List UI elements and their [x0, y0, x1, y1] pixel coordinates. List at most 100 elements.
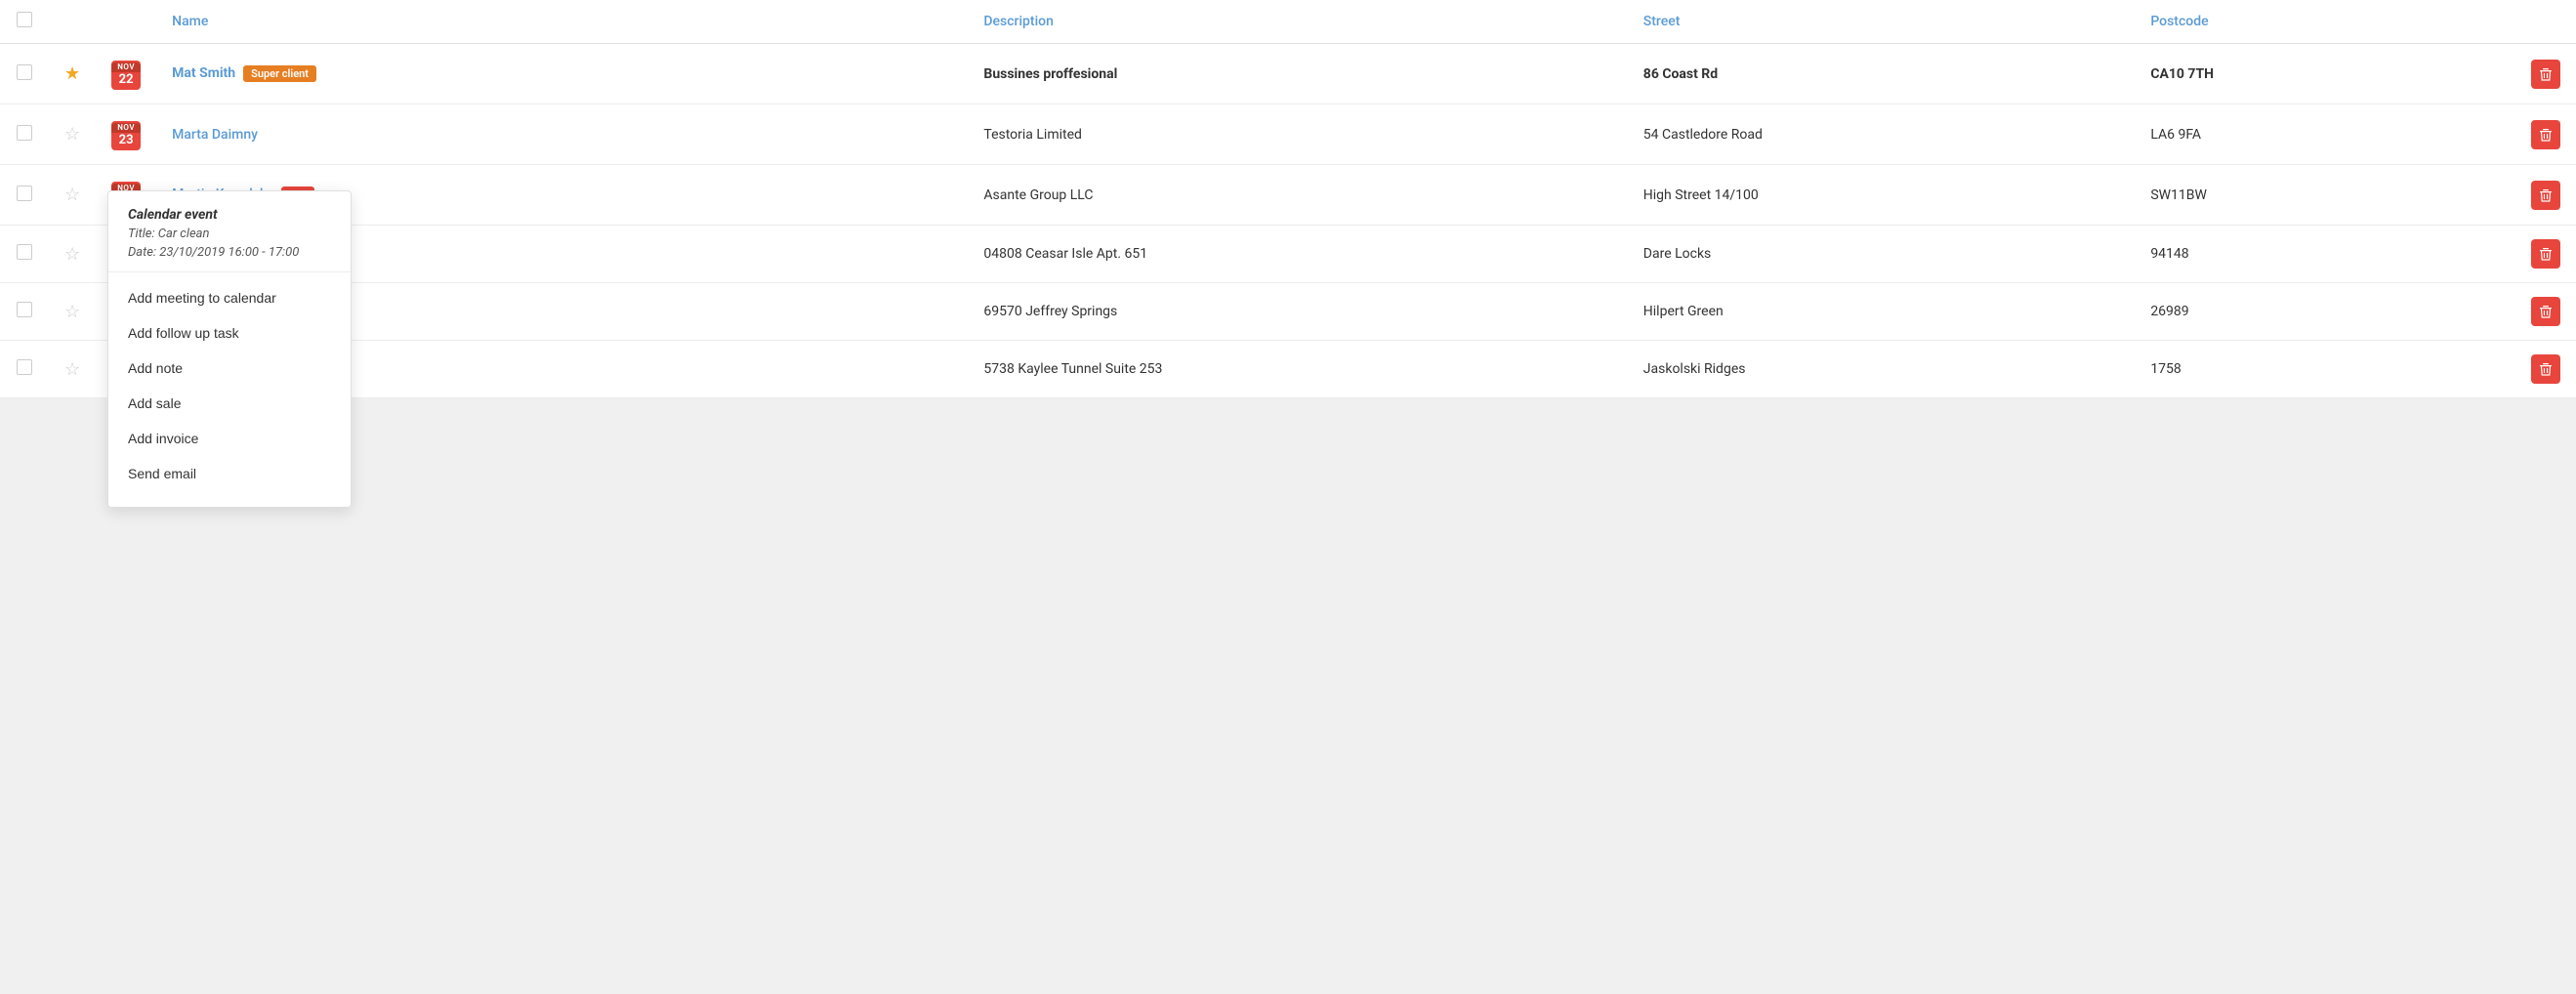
row-description-cell: Testoria Limited	[968, 104, 1627, 165]
row-checkbox-cell	[0, 165, 49, 226]
contact-street: Hilpert Green	[1643, 304, 1724, 319]
contact-postcode: 1758	[2150, 361, 2181, 377]
header-street: Street	[1628, 0, 2136, 44]
star-filled-icon[interactable]: ★	[64, 63, 80, 84]
contact-description: 69570 Jeffrey Springs	[983, 304, 1117, 319]
row-checkbox-cell	[0, 104, 49, 165]
row-description-cell: 69570 Jeffrey Springs	[968, 283, 1627, 341]
row-action-cell	[2515, 226, 2576, 283]
row-star-cell: ☆	[49, 226, 96, 283]
row-checkbox[interactable]	[17, 302, 32, 317]
popup-event-name: Title: Car clean	[128, 227, 331, 241]
row-checkbox[interactable]	[17, 186, 32, 201]
popup-header: Calendar event Title: Car clean Date: 23…	[108, 207, 351, 272]
contact-street: Dare Locks	[1643, 246, 1712, 262]
contact-street: Jaskolski Ridges	[1643, 361, 1746, 377]
calendar-event-popup: Calendar event Title: Car clean Date: 23…	[107, 190, 352, 508]
delete-button[interactable]	[2531, 120, 2560, 149]
popup-action-button[interactable]: Send email	[108, 456, 351, 491]
row-postcode-cell: 26989	[2135, 283, 2515, 341]
star-empty-icon[interactable]: ☆	[64, 244, 80, 265]
contact-postcode: SW11BW	[2150, 187, 2207, 203]
row-checkbox[interactable]	[17, 125, 32, 141]
contact-street: 54 Castledore Road	[1643, 127, 1763, 143]
row-calendar-cell: NOV22	[96, 44, 156, 104]
header-cal-col	[96, 0, 156, 44]
table-row: ☆ 04808 Ceasar Isle Apt. 651 Dare Locks 941…	[0, 226, 2576, 283]
gray-background	[0, 398, 2576, 691]
popup-action-button[interactable]: Add sale	[108, 386, 351, 421]
header-star-col	[49, 0, 96, 44]
star-empty-icon[interactable]: ☆	[64, 302, 80, 322]
row-street-cell: Jaskolski Ridges	[1628, 341, 2136, 398]
star-empty-icon[interactable]: ☆	[64, 359, 80, 380]
row-star-cell: ☆	[49, 283, 96, 341]
header-name: Name	[156, 0, 968, 44]
popup-event-title: Calendar event	[128, 207, 331, 223]
contact-description: Bussines proffesional	[983, 66, 1117, 82]
header-checkbox-col	[0, 0, 49, 44]
header-postcode: Postcode	[2135, 0, 2515, 44]
delete-button[interactable]	[2531, 181, 2560, 210]
row-star-cell: ☆	[49, 104, 96, 165]
contact-description: 5738 Kaylee Tunnel Suite 253	[983, 361, 1162, 377]
contact-postcode: CA10 7TH	[2150, 66, 2214, 82]
row-checkbox[interactable]	[17, 64, 32, 80]
table-row: ☆ 5738 Kaylee Tunnel Suite 253 Jaskolski R…	[0, 341, 2576, 398]
contacts-table: Name Description Street Postcode ★ NOV22 M…	[0, 0, 2576, 398]
row-postcode-cell: 94148	[2135, 226, 2515, 283]
row-street-cell: High Street 14/100	[1628, 165, 2136, 226]
row-description-cell: Asante Group LLC	[968, 165, 1627, 226]
row-description-cell: 5738 Kaylee Tunnel Suite 253	[968, 341, 1627, 398]
contact-description: Asante Group LLC	[983, 187, 1093, 203]
row-checkbox[interactable]	[17, 244, 32, 260]
calendar-icon[interactable]: NOV22	[111, 61, 141, 90]
row-calendar-cell: NOV23	[96, 104, 156, 165]
row-postcode-cell: LA6 9FA	[2135, 104, 2515, 165]
row-postcode-cell: SW11BW	[2135, 165, 2515, 226]
table-row: ☆ NOV23 Marta Daimny Testoria Limited 54 Cas…	[0, 104, 2576, 165]
contact-postcode: 26989	[2150, 304, 2188, 319]
popup-action-button[interactable]: Add meeting to calendar	[108, 280, 351, 315]
row-star-cell: ★	[49, 44, 96, 104]
popup-action-button[interactable]: Add follow up task	[108, 315, 351, 351]
row-description-cell: Bussines proffesional	[968, 44, 1627, 104]
delete-button[interactable]	[2531, 60, 2560, 89]
row-postcode-cell: CA10 7TH	[2135, 44, 2515, 104]
popup-action-button[interactable]: Add invoice	[108, 421, 351, 456]
row-action-cell	[2515, 104, 2576, 165]
row-checkbox-cell	[0, 283, 49, 341]
row-action-cell	[2515, 44, 2576, 104]
contact-name-link[interactable]: Marta Daimny	[172, 127, 258, 143]
contact-postcode: 94148	[2150, 246, 2188, 262]
row-action-cell	[2515, 283, 2576, 341]
row-checkbox-cell	[0, 341, 49, 398]
row-star-cell: ☆	[49, 165, 96, 226]
popup-action-button[interactable]: Add note	[108, 351, 351, 386]
contact-name-link[interactable]: Mat Smith	[172, 65, 235, 81]
header-action	[2515, 0, 2576, 44]
row-description-cell: 04808 Ceasar Isle Apt. 651	[968, 226, 1627, 283]
star-empty-icon[interactable]: ☆	[64, 185, 80, 205]
contact-badge: Super client	[243, 65, 316, 82]
star-empty-icon[interactable]: ☆	[64, 124, 80, 145]
select-all-checkbox[interactable]	[17, 12, 32, 27]
table-body: ★ NOV22 Mat Smith Super client Bussines prof…	[0, 44, 2576, 398]
row-action-cell	[2515, 341, 2576, 398]
calendar-icon[interactable]: NOV23	[111, 121, 141, 150]
row-street-cell: Hilpert Green	[1628, 283, 2136, 341]
table-row: ☆tag2tag369570 Jeffrey SpringsHilpert Gr…	[0, 283, 2576, 341]
popup-event-date: Date: 23/10/2019 16:00 - 17:00	[128, 245, 331, 260]
row-postcode-cell: 1758	[2135, 341, 2515, 398]
table-row: ☆NOV23Martin KowalskyVIPAsante Group LLC…	[0, 165, 2576, 226]
delete-button[interactable]	[2531, 297, 2560, 326]
contact-street: High Street 14/100	[1643, 187, 1759, 203]
contact-description: 04808 Ceasar Isle Apt. 651	[983, 246, 1147, 262]
delete-button[interactable]	[2531, 239, 2560, 269]
row-checkbox[interactable]	[17, 359, 32, 375]
row-street-cell: 54 Castledore Road	[1628, 104, 2136, 165]
row-action-cell	[2515, 165, 2576, 226]
header-description: Description	[968, 0, 1627, 44]
table-row: ★ NOV22 Mat Smith Super client Bussines prof…	[0, 44, 2576, 104]
delete-button[interactable]	[2531, 354, 2560, 384]
